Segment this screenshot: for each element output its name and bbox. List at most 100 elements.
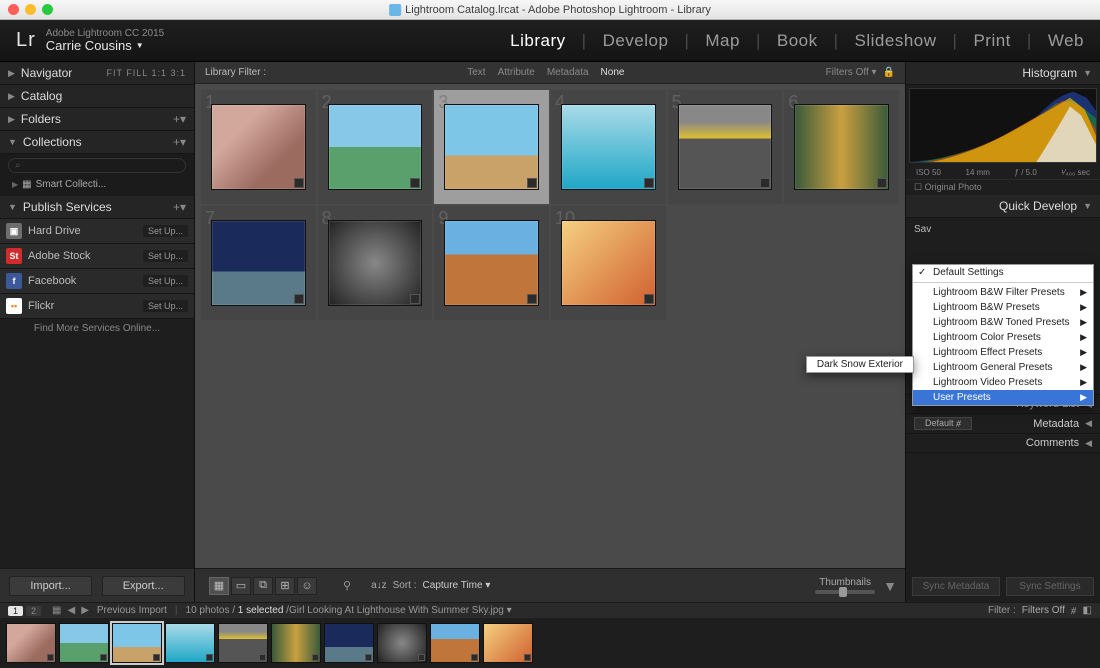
thumbnail-badge-icon[interactable] <box>760 178 770 188</box>
publish-facebook[interactable]: f Facebook Set Up... <box>0 269 194 294</box>
grid-cell[interactable]: 9 <box>434 206 549 320</box>
preset-default-settings[interactable]: ✓Default Settings <box>913 265 1093 280</box>
filter-tab-attribute[interactable]: Attribute <box>498 67 535 78</box>
thumbnail-badge-icon[interactable] <box>877 178 887 188</box>
grid-cell[interactable]: 2 <box>318 90 433 204</box>
thumbnail-badge-icon[interactable] <box>527 178 537 188</box>
metadata-panel-header[interactable]: Default ⧣ Metadata ◀ <box>906 414 1100 434</box>
grid-view-icon[interactable]: ▦ <box>209 577 229 595</box>
compare-view-icon[interactable]: ⧉ <box>253 577 273 595</box>
sync-metadata-button[interactable]: Sync Metadata <box>912 577 1000 596</box>
painter-icon[interactable]: ⚲ <box>343 579 351 592</box>
original-photo-checkbox[interactable]: ☐ Original Photo <box>906 179 1100 195</box>
lock-icon[interactable]: 🔒 <box>883 67 895 78</box>
filmstrip-thumb[interactable] <box>218 623 268 663</box>
publish-flickr[interactable]: •• Flickr Set Up... <box>0 294 194 319</box>
module-print[interactable]: Print <box>973 31 1010 51</box>
module-map[interactable]: Map <box>705 31 740 51</box>
module-slideshow[interactable]: Slideshow <box>855 31 937 51</box>
sort-value[interactable]: Capture Time ▾ <box>423 580 491 591</box>
metadata-set-dropdown[interactable]: Default ⧣ <box>914 417 972 430</box>
collection-search-input[interactable]: ⌕ <box>8 158 186 173</box>
comments-panel-header[interactable]: Comments ◀ <box>906 434 1100 453</box>
add-folder-icon[interactable]: +▾ <box>173 112 186 126</box>
grid-icon[interactable]: ▦ <box>52 605 61 616</box>
grid-cell[interactable]: 10 <box>551 206 666 320</box>
filmstrip-thumb[interactable] <box>112 623 162 663</box>
thumbnail-badge-icon[interactable] <box>153 654 160 661</box>
module-book[interactable]: Book <box>777 31 818 51</box>
thumbnail-badge-icon[interactable] <box>206 654 213 661</box>
setup-button[interactable]: Set Up... <box>143 300 188 312</box>
module-library[interactable]: Library <box>510 31 565 51</box>
thumbnail-badge-icon[interactable] <box>259 654 266 661</box>
nav-forward-icon[interactable]: ▶ <box>81 605 89 616</box>
filmstrip-thumb[interactable] <box>6 623 56 663</box>
filter-lock-icon[interactable]: ◧ <box>1083 605 1092 616</box>
thumbnail-badge-icon[interactable] <box>312 654 319 661</box>
preset-item[interactable]: Lightroom Color Presets▶ <box>913 330 1093 345</box>
filmstrip-thumb[interactable] <box>430 623 480 663</box>
grid-cell[interactable]: 1 <box>201 90 316 204</box>
filmstrip-thumb[interactable] <box>59 623 109 663</box>
thumbnail-badge-icon[interactable] <box>418 654 425 661</box>
thumbnail-badge-icon[interactable] <box>524 654 531 661</box>
nav-back-icon[interactable]: ◀ <box>67 605 75 616</box>
preset-popup-menu[interactable]: ✓Default Settings Lightroom B&W Filter P… <box>912 264 1094 406</box>
thumbnail-badge-icon[interactable] <box>365 654 372 661</box>
quick-develop-panel-header[interactable]: Quick Develop ▼ <box>906 195 1100 218</box>
import-button[interactable]: Import... <box>9 576 91 596</box>
thumbnail-grid[interactable]: 1 2 3 4 5 6 7 8 9 10 <box>195 84 905 568</box>
minimize-window-icon[interactable] <box>25 4 36 15</box>
add-collection-icon[interactable]: +▾ <box>173 135 186 149</box>
thumbnail-badge-icon[interactable] <box>644 294 654 304</box>
preset-item[interactable]: Lightroom General Presets▶ <box>913 360 1093 375</box>
filters-off-dropdown[interactable]: Filters Off ▾ <box>826 67 877 78</box>
catalog-panel-header[interactable]: ▶ Catalog <box>0 85 194 108</box>
grid-cell[interactable]: 4 <box>551 90 666 204</box>
navigator-panel-header[interactable]: ▶ Navigator FIT FILL 1:1 3:1 <box>0 62 194 85</box>
publish-hard-drive[interactable]: ▣ Hard Drive Set Up... <box>0 219 194 244</box>
sync-settings-button[interactable]: Sync Settings <box>1006 577 1094 596</box>
grid-cell[interactable]: 3 <box>434 90 549 204</box>
preset-item[interactable]: Lightroom B&W Filter Presets▶ <box>913 285 1093 300</box>
thumbnail-badge-icon[interactable] <box>410 294 420 304</box>
screen-1-button[interactable]: 1 <box>8 606 23 616</box>
zoom-window-icon[interactable] <box>42 4 53 15</box>
filter-options-icon[interactable]: ⧣ <box>1071 605 1077 616</box>
grid-cell[interactable]: 6 <box>784 90 899 204</box>
thumbnail-badge-icon[interactable] <box>294 178 304 188</box>
setup-button[interactable]: Set Up... <box>143 275 188 287</box>
survey-view-icon[interactable]: ⊞ <box>275 577 295 595</box>
smart-collections-row[interactable]: ▶ ▦ Smart Collecti... <box>8 177 186 192</box>
find-services-link[interactable]: Find More Services Online... <box>0 319 194 338</box>
preset-submenu-item[interactable]: Dark Snow Exterior <box>806 356 914 373</box>
loupe-view-icon[interactable]: ▭ <box>231 577 251 595</box>
thumbnail-size-control[interactable]: Thumbnails <box>815 577 875 594</box>
filter-tab-text[interactable]: Text <box>467 67 485 78</box>
filmstrip[interactable] <box>0 618 1100 668</box>
filter-tab-none[interactable]: None <box>601 67 625 78</box>
preset-item[interactable]: Lightroom B&W Toned Presets▶ <box>913 315 1093 330</box>
thumbnail-badge-icon[interactable] <box>294 294 304 304</box>
publish-adobe-stock[interactable]: St Adobe Stock Set Up... <box>0 244 194 269</box>
grid-cell[interactable]: 8 <box>318 206 433 320</box>
filmstrip-thumb[interactable] <box>483 623 533 663</box>
collections-panel-header[interactable]: ▼ Collections +▾ <box>0 131 194 154</box>
close-window-icon[interactable] <box>8 4 19 15</box>
screen-2-button[interactable]: 2 <box>26 606 41 616</box>
filter-tab-metadata[interactable]: Metadata <box>547 67 589 78</box>
toolbar-expand-icon[interactable]: ▼ <box>883 578 897 594</box>
source-label[interactable]: Previous Import <box>97 605 167 616</box>
filmstrip-thumb[interactable] <box>324 623 374 663</box>
thumbnail-badge-icon[interactable] <box>527 294 537 304</box>
filmstrip-thumb[interactable] <box>271 623 321 663</box>
thumbnail-badge-icon[interactable] <box>100 654 107 661</box>
thumbnail-badge-icon[interactable] <box>644 178 654 188</box>
sort-direction-icon[interactable]: a↓z <box>371 580 387 591</box>
thumbnail-badge-icon[interactable] <box>410 178 420 188</box>
setup-button[interactable]: Set Up... <box>143 225 188 237</box>
filmstrip-filter-dropdown[interactable]: Filters Off <box>1022 605 1065 616</box>
thumbnail-badge-icon[interactable] <box>47 654 54 661</box>
folders-panel-header[interactable]: ▶ Folders +▾ <box>0 108 194 131</box>
